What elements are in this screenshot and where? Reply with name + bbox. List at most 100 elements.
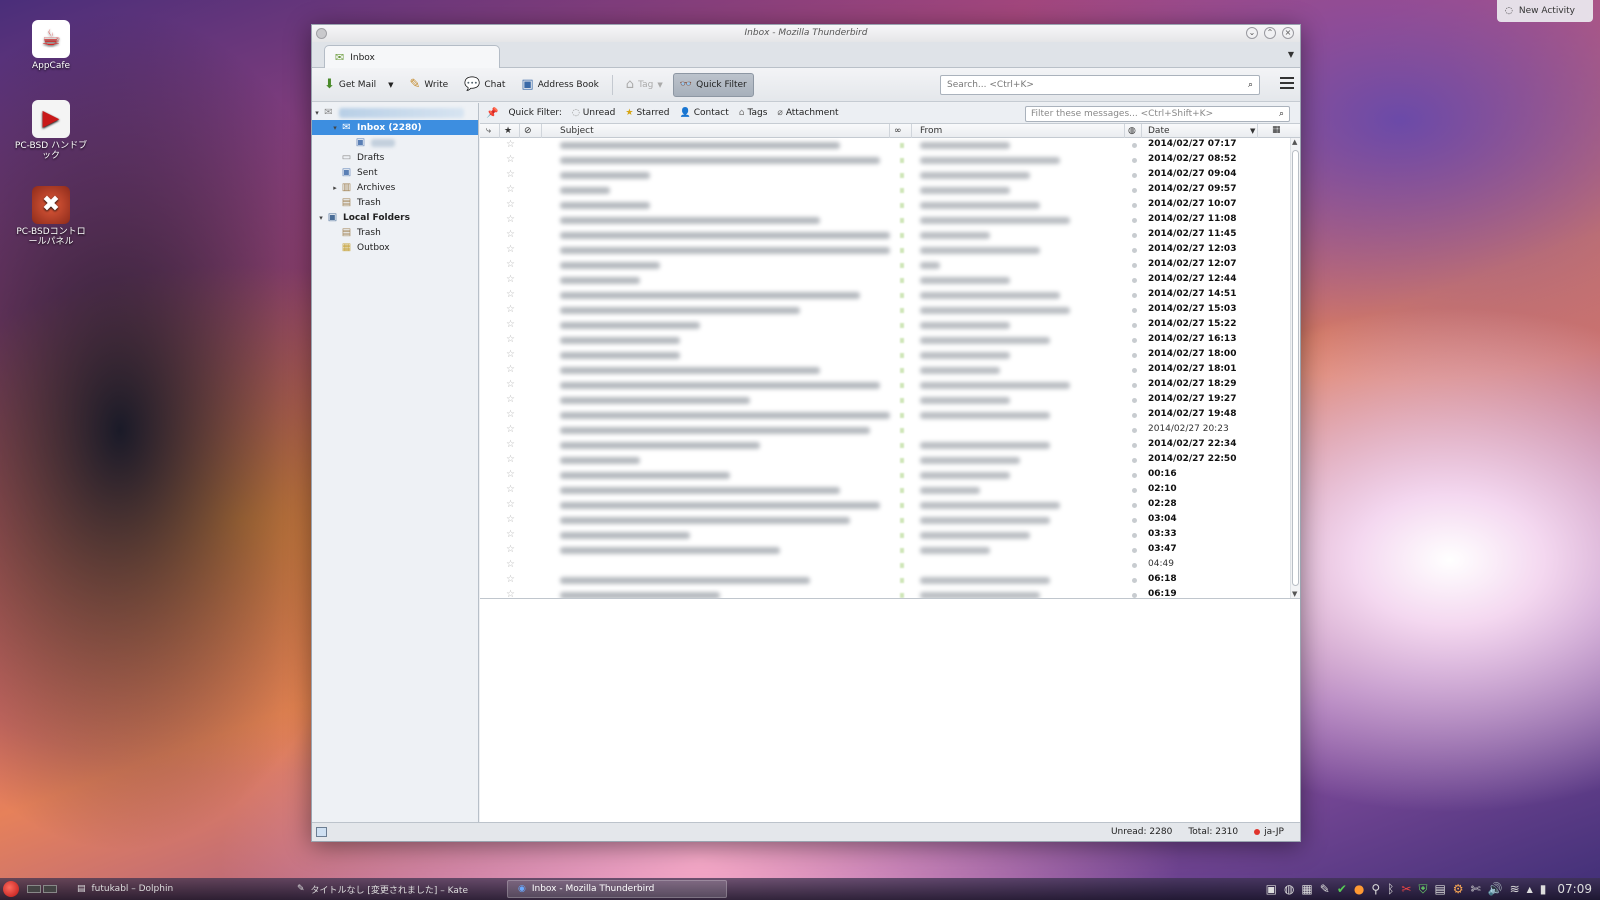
- tag-button[interactable]: ⌂ Tag ▼: [620, 73, 669, 97]
- window-menu-icon[interactable]: [316, 28, 327, 39]
- message-row[interactable]: ☆ 00:16: [480, 468, 1290, 483]
- tray-clipboard-icon[interactable]: ▦: [1301, 882, 1312, 896]
- read-status-icon[interactable]: [1132, 428, 1137, 433]
- star-icon[interactable]: ☆: [506, 274, 515, 285]
- read-status-icon[interactable]: [1132, 188, 1137, 193]
- tray-check-icon[interactable]: ✔: [1337, 882, 1347, 896]
- star-icon[interactable]: ☆: [506, 334, 515, 345]
- column-picker-icon[interactable]: ▦: [1272, 125, 1281, 135]
- junk-status-icon[interactable]: [900, 188, 904, 193]
- message-row[interactable]: ☆ 2014/02/27 14:51: [480, 288, 1290, 303]
- application-launcher-icon[interactable]: [3, 881, 19, 897]
- scrollbar-thumb[interactable]: [1292, 150, 1299, 586]
- junk-status-icon[interactable]: [900, 578, 904, 583]
- read-column-icon[interactable]: ◍: [1128, 124, 1142, 138]
- star-icon[interactable]: ☆: [506, 349, 515, 360]
- folder-item[interactable]: ▭ Drafts: [312, 150, 478, 165]
- tray-app-icon[interactable]: ▣: [1266, 882, 1277, 896]
- star-icon[interactable]: ☆: [506, 244, 515, 255]
- chevron-down-icon[interactable]: ▼: [388, 81, 393, 89]
- junk-status-icon[interactable]: [900, 548, 904, 553]
- read-status-icon[interactable]: [1132, 518, 1137, 523]
- message-row[interactable]: ☆ 02:28: [480, 498, 1290, 513]
- read-status-icon[interactable]: [1132, 413, 1137, 418]
- message-row[interactable]: ☆ 2014/02/27 11:45: [480, 228, 1290, 243]
- star-icon[interactable]: ☆: [506, 454, 515, 465]
- tab-list-icon[interactable]: ▼: [1288, 50, 1294, 59]
- message-row[interactable]: ☆ 2014/02/27 07:17: [480, 138, 1290, 153]
- read-status-icon[interactable]: [1132, 338, 1137, 343]
- message-row[interactable]: ☆ 2014/02/27 12:44: [480, 273, 1290, 288]
- junk-status-icon[interactable]: [900, 443, 904, 448]
- tab-inbox[interactable]: ✉ Inbox: [324, 45, 500, 69]
- pager-desktop[interactable]: [27, 885, 41, 893]
- account-row[interactable]: ▾ ✉: [312, 105, 478, 120]
- star-icon[interactable]: ☆: [506, 304, 515, 315]
- junk-status-icon[interactable]: [900, 488, 904, 493]
- message-row[interactable]: ☆ 04:49: [480, 558, 1290, 573]
- task-thunderbird[interactable]: ◉ Inbox - Mozilla Thunderbird: [507, 880, 727, 898]
- star-icon[interactable]: ☆: [506, 529, 515, 540]
- junk-status-icon[interactable]: [900, 308, 904, 313]
- quick-filter-button[interactable]: 👓 Quick Filter: [672, 72, 754, 97]
- junk-status-icon[interactable]: [900, 323, 904, 328]
- junk-status-icon[interactable]: [900, 263, 904, 268]
- star-icon[interactable]: ☆: [506, 184, 515, 195]
- new-activity-button[interactable]: ◌ New Activity: [1497, 0, 1593, 22]
- star-icon[interactable]: ☆: [506, 589, 515, 598]
- date-column-header[interactable]: Date: [1148, 124, 1258, 138]
- read-status-icon[interactable]: [1132, 368, 1137, 373]
- read-status-icon[interactable]: [1132, 203, 1137, 208]
- junk-status-icon[interactable]: [900, 248, 904, 253]
- read-status-icon[interactable]: [1132, 263, 1137, 268]
- twisty-icon[interactable]: ▾: [312, 109, 322, 117]
- tray-pin-icon[interactable]: ⚲: [1371, 882, 1380, 896]
- message-row[interactable]: ☆ 03:47: [480, 543, 1290, 558]
- twisty-icon[interactable]: ▸: [330, 184, 340, 192]
- battery-icon[interactable]: ▮: [1540, 882, 1547, 896]
- junk-status-icon[interactable]: [900, 143, 904, 148]
- twisty-icon[interactable]: ▾: [330, 124, 340, 132]
- folder-item[interactable]: ▦ Outbox: [312, 240, 478, 255]
- message-row[interactable]: ☆ 2014/02/27 11:08: [480, 213, 1290, 228]
- read-status-icon[interactable]: [1132, 458, 1137, 463]
- binoculars-icon[interactable]: ⌕: [1248, 80, 1253, 90]
- junk-status-icon[interactable]: [900, 428, 904, 433]
- junk-status-icon[interactable]: [900, 383, 904, 388]
- read-status-icon[interactable]: [1132, 443, 1137, 448]
- star-icon[interactable]: ☆: [506, 544, 515, 555]
- pin-icon[interactable]: 📌: [486, 108, 498, 119]
- message-row[interactable]: ☆ 2014/02/27 20:23: [480, 423, 1290, 438]
- junk-status-icon[interactable]: [900, 158, 904, 163]
- read-status-icon[interactable]: [1132, 218, 1137, 223]
- junk-status-icon[interactable]: [900, 518, 904, 523]
- message-row[interactable]: ☆ 2014/02/27 12:03: [480, 243, 1290, 258]
- star-column-icon[interactable]: ★: [504, 124, 520, 138]
- folder-item[interactable]: ▾ ✉ Inbox (2280): [312, 120, 478, 135]
- read-status-icon[interactable]: [1132, 398, 1137, 403]
- global-search-input[interactable]: Search... <Ctrl+K> ⌕: [940, 75, 1260, 95]
- read-status-icon[interactable]: [1132, 533, 1137, 538]
- quick-filter-input[interactable]: Filter these messages... <Ctrl+Shift+K> …: [1025, 106, 1290, 122]
- desktop-icon-appcafe[interactable]: ☕ AppCafe: [14, 20, 88, 71]
- junk-status-icon[interactable]: [900, 368, 904, 373]
- junk-status-icon[interactable]: [900, 173, 904, 178]
- message-row[interactable]: ☆ 03:33: [480, 528, 1290, 543]
- clock[interactable]: 07:09: [1557, 882, 1592, 896]
- message-row[interactable]: ☆ 2014/02/27 10:07: [480, 198, 1290, 213]
- tray-update-icon[interactable]: ●: [1354, 882, 1364, 896]
- online-status-icon[interactable]: [316, 827, 327, 837]
- read-status-icon[interactable]: [1132, 578, 1137, 583]
- chat-button[interactable]: 💬 Chat: [458, 73, 511, 97]
- filter-tags-button[interactable]: ⌂ Tags: [739, 108, 768, 118]
- star-icon[interactable]: ☆: [506, 499, 515, 510]
- task-kate[interactable]: ✎ タイトルなし [変更されました] – Kate: [287, 880, 507, 898]
- read-status-icon[interactable]: [1132, 278, 1137, 283]
- filter-unread-button[interactable]: ◌ Unread: [572, 108, 615, 118]
- junk-status-icon[interactable]: [900, 413, 904, 418]
- message-list-scrollbar[interactable]: ▲ ▼: [1290, 138, 1300, 598]
- junk-status-icon[interactable]: [900, 563, 904, 568]
- junk-status-icon[interactable]: [900, 458, 904, 463]
- tray-notes-icon[interactable]: ✎: [1320, 882, 1330, 896]
- read-status-icon[interactable]: [1132, 173, 1137, 178]
